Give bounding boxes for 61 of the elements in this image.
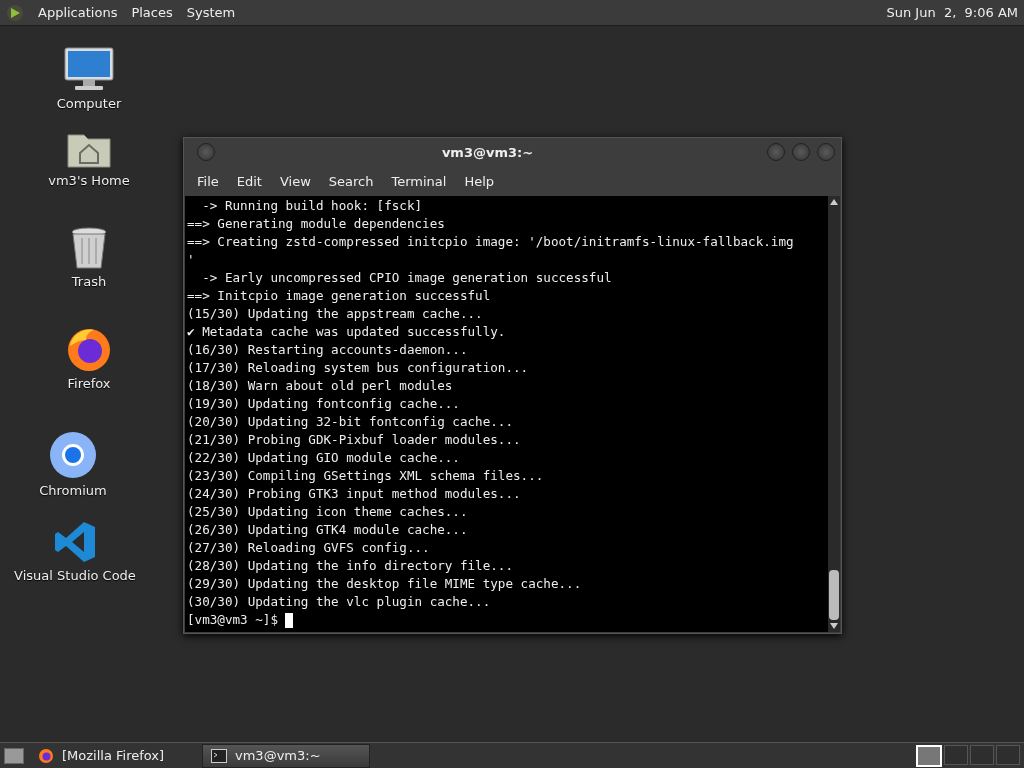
text-cursor [285,612,293,628]
terminal-line: (30/30) Updating the vlc plugin cache... [187,593,492,611]
terminal-line: (18/30) Warn about old perl modules [187,377,454,395]
terminal-line: (19/30) Updating fontconfig cache... [187,395,461,413]
taskbar-button[interactable]: vm3@vm3:~ [202,743,370,768]
terminal-line: (20/30) Updating 32-bit fontconfig cache... [187,413,515,431]
terminal-line: ==> Generating module dependencies [187,215,446,233]
maximize-button[interactable] [792,143,810,161]
window-menu-button[interactable] [197,143,215,161]
clock[interactable]: Sun Jun 2, 9:06 AM [886,5,1018,20]
code-editor-icon [53,520,97,564]
taskbar-button[interactable]: [Mozilla Firefox] [30,744,196,767]
terminal-line: (24/30) Probing GTK3 input method modules... [187,485,522,503]
terminal-line: -> Running build hook: [fsck] [201,197,424,215]
terminal-line: (15/30) Updating the appstream cache... [187,305,484,323]
firefox-icon [38,747,54,764]
terminal-line: (17/30) Reloading system bus configuration... [187,359,530,377]
menu-item[interactable]: Edit [227,173,271,189]
panel-menu[interactable]: Applications [38,5,118,20]
terminal-line: (22/30) Updating GIO module cache... [187,449,461,467]
menu-item[interactable]: Help [455,173,504,189]
close-button[interactable] [817,143,835,161]
menu-item[interactable]: Terminal [382,173,456,189]
chromium-icon [49,431,97,479]
scrollbar[interactable] [828,196,840,632]
terminal-line: (26/30) Updating GTK4 module cache... [187,521,469,539]
scrollbar-thumb[interactable] [829,570,839,620]
panel-menu[interactable]: System [186,5,236,20]
terminal-line: (27/30) Reloading GVFS config... [187,539,431,557]
terminal-line: (16/30) Restarting accounts-daemon... [187,341,469,359]
terminal-line: (23/30) Compiling GSettings XML schema files... [187,467,545,485]
window-title: vm3@vm3:~ [440,144,535,160]
desktop-icon-label[interactable]: Firefox [67,376,111,391]
terminal-line: (28/30) Updating the info directory file... [187,557,515,575]
terminal-line: ==> Initcpio image generation successful [187,287,492,305]
terminal-line: ==> Creating zstd-compressed initcpio image: '/boot/initramfs-linux-fallback.img [187,233,795,251]
desktop-icon-label[interactable]: Visual Studio Code [14,568,136,583]
shell-prompt: [vm3@vm3 ~]$ [187,611,278,629]
desktop-icon-label[interactable]: Computer [56,96,122,111]
minimize-button[interactable] [767,143,785,161]
terminal-icon [211,748,227,763]
panel-menu[interactable]: Places [131,5,173,20]
show-desktop-button[interactable] [4,747,24,764]
scroll-down-arrow-icon[interactable] [830,623,838,629]
trash-icon [70,226,108,270]
terminal-line: (21/30) Probing GDK-Pixbuf loader modules... [187,431,522,449]
menu-item[interactable]: File [188,173,228,189]
distro-logo-icon[interactable] [6,3,24,22]
terminal-line: -> Early uncompressed CPIO image generation successful [201,269,613,287]
firefox-icon [66,326,112,372]
terminal-line: (25/30) Updating icon theme caches... [187,503,469,521]
menu-item[interactable]: Search [319,173,383,189]
scroll-up-arrow-icon[interactable] [830,199,838,205]
terminal-line: (29/30) Updating the desktop file MIME type cache... [187,575,583,593]
desktop-icon-label[interactable]: vm3's Home [48,173,130,188]
terminal-line: ✔ Metadata cache was updated successfully. [187,323,507,341]
menu-item[interactable]: View [270,173,320,189]
computer-icon [63,46,115,92]
desktop-icon-label[interactable]: Trash [71,274,107,289]
terminal-line: ' [187,251,196,269]
desktop-icon-label[interactable]: Chromium [39,483,107,498]
